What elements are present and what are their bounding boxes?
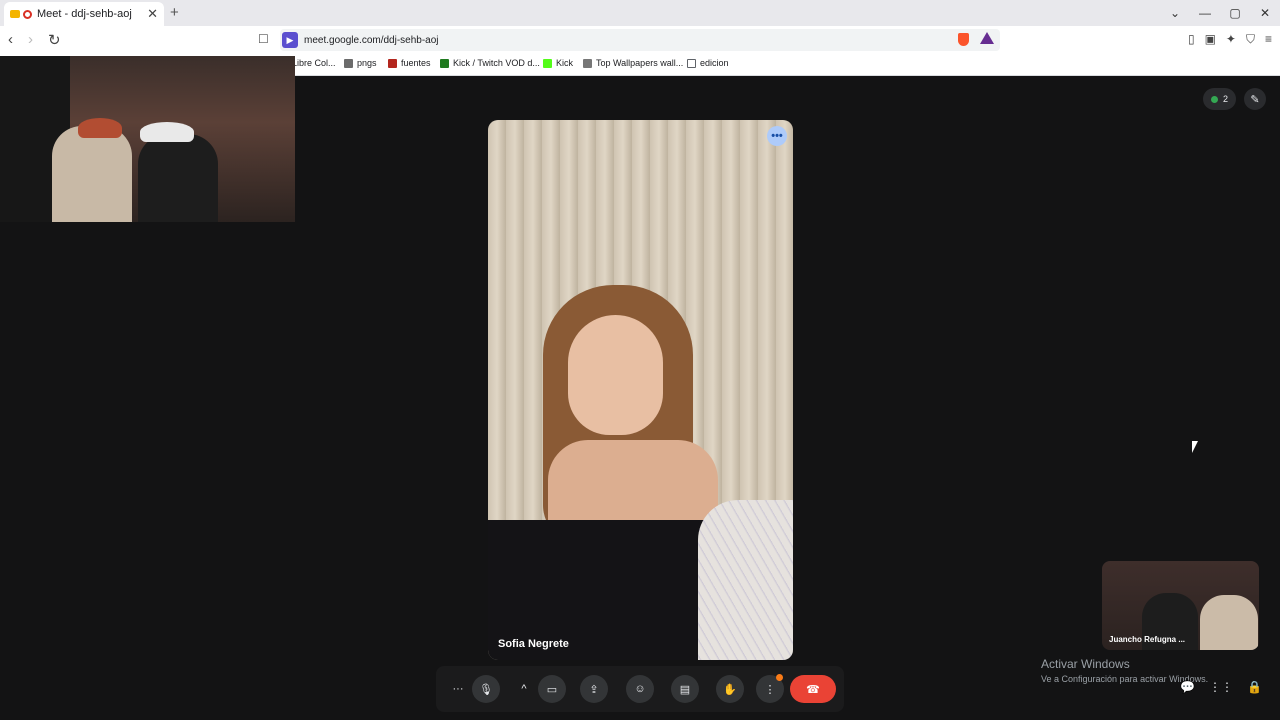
chat-icon[interactable]: 💬 xyxy=(1180,680,1195,694)
self-view-tile[interactable]: Juancho Refugna ... xyxy=(1102,561,1259,650)
wallet-icon[interactable]: ▣ xyxy=(1205,32,1216,47)
brave-rewards-icon[interactable] xyxy=(980,32,994,44)
reload-icon[interactable]: ↻ xyxy=(48,31,61,49)
window-controls: ⌄ — ▢ ✕ xyxy=(1160,0,1280,26)
minimize-button[interactable]: — xyxy=(1190,0,1220,26)
main-participant-name: Sofia Negrete xyxy=(498,638,569,650)
main-participant-tile[interactable]: ••• Sofia Negrete xyxy=(488,120,793,660)
camera-button[interactable]: ▭ xyxy=(538,675,566,703)
participant-count: 2 xyxy=(1222,94,1228,104)
app-root: Meet - ddj-sehb-aoj ✕ + ⌄ — ▢ ✕ ‹ › ↻ ☐ … xyxy=(0,0,1280,720)
fuentes-icon xyxy=(388,58,397,68)
cowboy-hat-red xyxy=(78,118,122,138)
pillow xyxy=(698,500,793,660)
mouse-cursor-icon xyxy=(1192,441,1198,453)
meet-top-right: 2 ✎ xyxy=(1202,88,1266,110)
vpn-icon[interactable]: ⛉ xyxy=(1246,32,1255,47)
folder-icon xyxy=(687,58,696,68)
bookmark-folder-edicion[interactable]: edicion xyxy=(687,58,729,68)
browser-toolbar-right: ▯ ▣ ✦ ⛉ ≡ xyxy=(1188,32,1272,47)
address-row: ‹ › ↻ ☐ ▶ meet.google.com/ddj-sehb-aoj ▯… xyxy=(0,26,1280,54)
kick-icon xyxy=(543,58,552,68)
bookmark-page-icon[interactable]: ☐ xyxy=(258,32,269,46)
participant-face xyxy=(568,315,663,435)
bookmark-fuentes[interactable]: fuentes xyxy=(388,58,431,68)
self-person-right xyxy=(1200,595,1258,650)
activities-icon[interactable]: ⋮⋮ xyxy=(1209,680,1233,694)
present-screen-button[interactable]: ⇪ xyxy=(580,675,608,703)
wallpapers-icon xyxy=(583,58,592,68)
streamer-webcam-overlay xyxy=(0,56,295,222)
menu-icon[interactable]: ≡ xyxy=(1265,32,1272,47)
back-icon[interactable]: ‹ xyxy=(8,31,13,48)
recording-indicator-icon xyxy=(23,9,32,19)
bookmark-top-wallpapers[interactable]: Top Wallpapers wall... xyxy=(583,58,683,68)
brave-shields-icon[interactable] xyxy=(958,33,969,46)
url-text: meet.google.com/ddj-sehb-aoj xyxy=(304,34,439,46)
new-tab-button[interactable]: + xyxy=(170,4,179,21)
pngs-icon xyxy=(344,58,353,68)
tab-strip: Meet - ddj-sehb-aoj ✕ + ⌄ — ▢ ✕ xyxy=(0,0,1280,26)
sidebar-icon[interactable]: ▯ xyxy=(1188,32,1195,47)
tab-meet[interactable]: Meet - ddj-sehb-aoj ✕ xyxy=(4,2,164,26)
tab-search-icon[interactable]: ⌄ xyxy=(1160,0,1190,26)
meet-favicon-icon xyxy=(10,10,20,18)
more-vert-button[interactable]: ⋮ xyxy=(756,674,784,703)
participants-icon xyxy=(1210,95,1218,103)
forward-icon[interactable]: › xyxy=(28,31,33,48)
self-participant-name: Juancho Refugna ... xyxy=(1109,635,1186,644)
bookmark-pngs[interactable]: pngs xyxy=(344,58,377,68)
microphone-button[interactable]: 🎙 xyxy=(472,675,500,703)
maximize-button[interactable]: ▢ xyxy=(1220,0,1250,26)
bookmark-kick[interactable]: Kick xyxy=(543,58,573,68)
watermark-title: Activar Windows xyxy=(1041,657,1130,671)
raise-hand-button[interactable]: ✋ xyxy=(716,675,744,703)
tab-title: Meet - ddj-sehb-aoj xyxy=(37,8,132,20)
more-options-icon[interactable]: ··· xyxy=(444,675,472,703)
notification-dot xyxy=(776,674,783,681)
more-vert-icon: ⋮ xyxy=(764,683,776,696)
bookmark-kick-twitch[interactable]: Kick / Twitch VOD d... xyxy=(440,58,540,68)
host-controls-icon[interactable]: 🔒 xyxy=(1247,680,1262,694)
emoji-reactions-button[interactable]: ☺ xyxy=(626,675,654,703)
call-controls-bar: ··· 🎙 ^ ▭ ⇪ ☺ ▤ ✋ ⋮ ☎ xyxy=(436,666,844,712)
edit-icon[interactable]: ✎ xyxy=(1244,88,1266,110)
webcam-person-left xyxy=(52,126,132,222)
end-call-button[interactable]: ☎ xyxy=(790,675,836,703)
address-bar[interactable]: ▶ meet.google.com/ddj-sehb-aoj xyxy=(280,29,1000,51)
camera-options-chevron-icon[interactable]: ^ xyxy=(510,675,538,703)
meet-logo-icon: ▶ xyxy=(282,32,298,48)
leo-ai-icon[interactable]: ✦ xyxy=(1226,32,1236,47)
close-window-button[interactable]: ✕ xyxy=(1250,0,1280,26)
captions-button[interactable]: ▤ xyxy=(671,675,699,703)
meet-side-controls: 💬 ⋮⋮ 🔒 xyxy=(1180,680,1262,694)
cowboy-hat-white xyxy=(140,122,194,142)
participants-pill[interactable]: 2 xyxy=(1202,88,1236,110)
webcam-person-right xyxy=(138,134,218,222)
tile-menu-button[interactable]: ••• xyxy=(767,126,787,146)
tab-close-button[interactable]: ✕ xyxy=(147,6,158,22)
kick-twitch-icon xyxy=(440,58,449,68)
bookmark-libre-col[interactable]: Libre Col... xyxy=(292,58,336,68)
